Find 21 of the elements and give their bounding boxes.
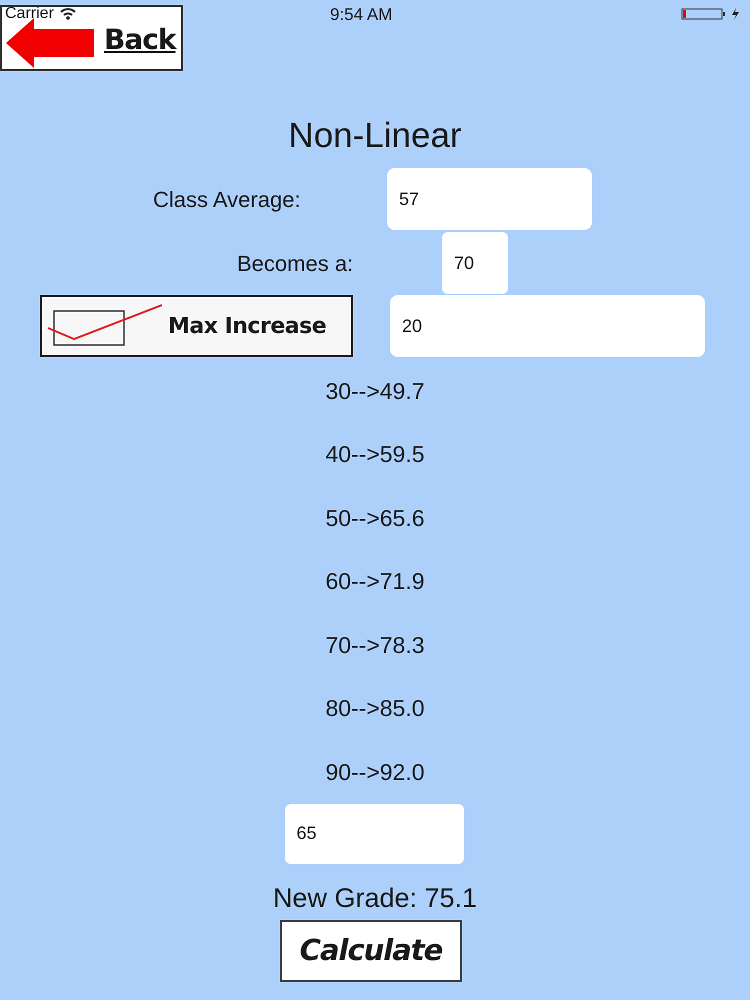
arrow-left-icon bbox=[6, 18, 94, 68]
status-time: 9:54 AM bbox=[330, 6, 392, 23]
result-line: 60-->71.9 bbox=[325, 567, 425, 596]
max-increase-field[interactable]: 20 bbox=[390, 295, 705, 357]
becomes-label: Becomes a: bbox=[237, 250, 354, 278]
max-increase-checkbox[interactable]: Max Increase bbox=[40, 295, 353, 357]
class-average-label: Class Average: bbox=[153, 186, 302, 214]
page-title: Non-Linear bbox=[288, 116, 462, 156]
result-line: 30-->49.7 bbox=[325, 376, 425, 406]
becomes-field[interactable]: 70 bbox=[442, 232, 508, 294]
result-line: 90-->92.0 bbox=[325, 758, 425, 786]
result-line: 70-->78.3 bbox=[325, 630, 425, 660]
result-line: 80-->85.0 bbox=[325, 694, 425, 723]
wifi-icon bbox=[60, 8, 76, 20]
class-average-field[interactable]: 57 bbox=[387, 168, 592, 230]
carrier-label: Carrier bbox=[5, 6, 54, 22]
new-grade-label: New Grade: 75.1 bbox=[272, 882, 478, 914]
result-line: 50-->65.6 bbox=[325, 504, 425, 532]
result-line: 40-->59.5 bbox=[325, 440, 425, 469]
calculate-button[interactable]: Calculate bbox=[280, 920, 462, 982]
grade-field[interactable]: 65 bbox=[284, 804, 464, 864]
